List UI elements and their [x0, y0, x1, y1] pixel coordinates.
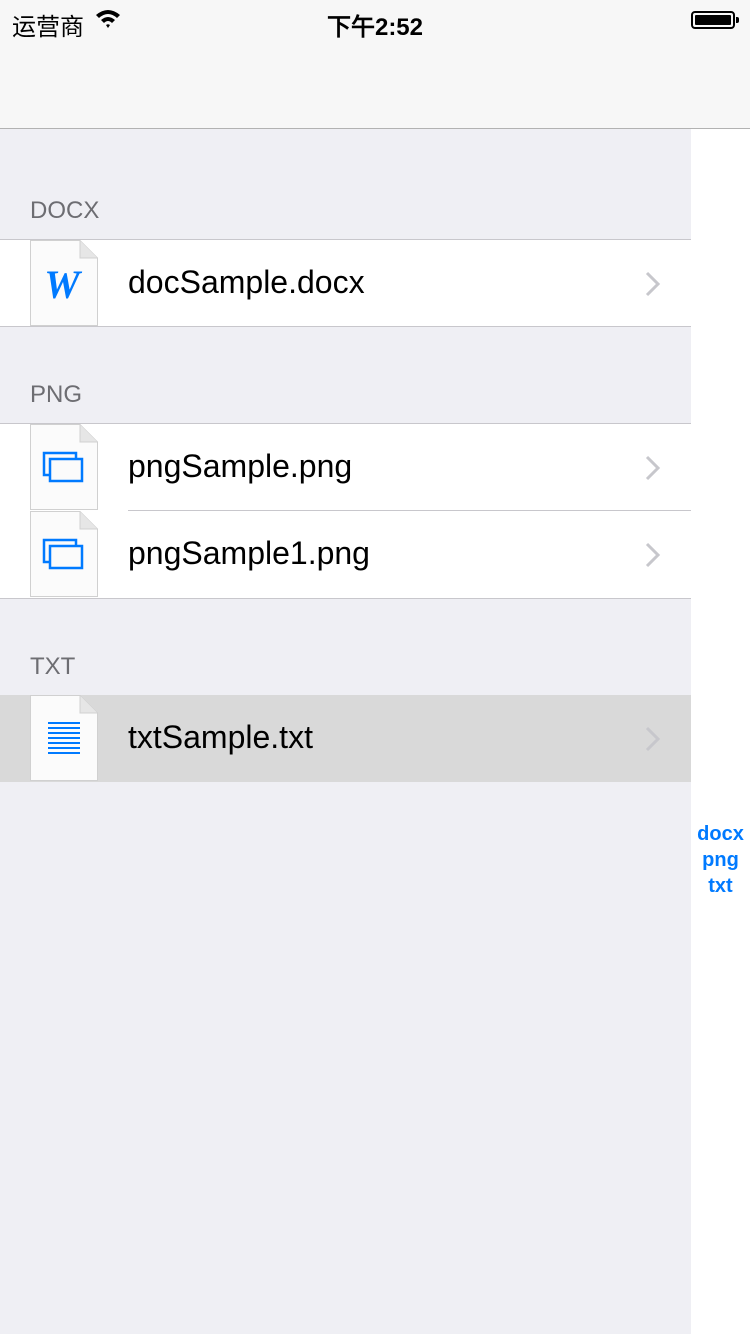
status-time: 下午2:52	[326, 14, 424, 41]
navigation-bar	[0, 40, 750, 129]
svg-text:W: W	[44, 262, 82, 307]
section-header-txt: TXT	[30, 653, 76, 680]
chevron-right-icon	[645, 271, 661, 297]
list-item[interactable]: W docSample.docx	[0, 240, 691, 327]
index-item-txt[interactable]: txt	[691, 873, 750, 899]
index-item-png[interactable]: png	[691, 847, 750, 873]
row-label: pngSample1.png	[128, 535, 370, 571]
index-item-docx[interactable]: docx	[691, 821, 750, 847]
section-header-png: PNG	[30, 381, 83, 408]
chevron-right-icon	[645, 726, 661, 752]
chevron-right-icon	[645, 455, 661, 481]
row-label: pngSample.png	[128, 448, 353, 484]
word-doc-icon: W	[30, 240, 98, 326]
file-table: DOCX W docSample.docx PNG pngSample.png	[0, 129, 691, 1334]
section-index-bar[interactable]: docx png txt	[691, 129, 750, 1334]
list-item[interactable]: pngSample.png	[0, 424, 691, 511]
battery-icon	[691, 11, 739, 29]
section-header-docx: DOCX	[30, 197, 100, 224]
image-doc-icon	[30, 424, 98, 510]
battery-level	[695, 15, 731, 25]
row-label: docSample.docx	[128, 264, 365, 300]
list-item[interactable]: pngSample1.png	[0, 511, 691, 598]
chevron-right-icon	[645, 542, 661, 568]
text-doc-icon	[30, 695, 98, 781]
list-item-selected[interactable]: txtSample.txt	[0, 695, 691, 782]
row-label: txtSample.txt	[128, 719, 313, 755]
image-doc-icon	[30, 511, 98, 597]
status-bar: 运营商 下午2:52	[0, 0, 750, 41]
